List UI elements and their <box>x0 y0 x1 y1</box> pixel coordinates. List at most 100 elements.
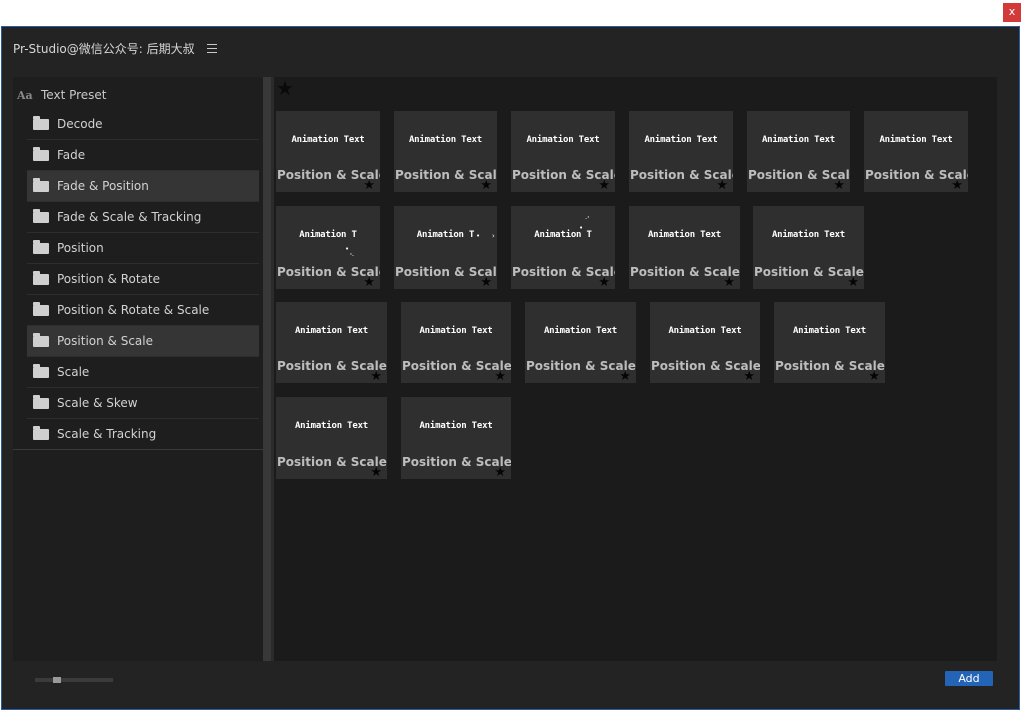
folder-label: Position & Rotate <box>57 272 160 286</box>
preset-preview-text: Animation Text <box>408 135 483 145</box>
preset-preview-text: Animation Text <box>792 326 867 336</box>
preset-tile[interactable]: Animation TextPosition & Scale 3★ <box>511 111 615 192</box>
hamburger-menu-icon[interactable] <box>206 43 217 53</box>
preset-preview-text: Animation Text <box>419 421 493 431</box>
favorite-star-icon[interactable]: ★ <box>370 370 382 383</box>
favorite-star-icon[interactable]: ★ <box>951 179 963 192</box>
preset-tile[interactable]: Animation TextPosition & Scale 15★ <box>650 302 760 383</box>
preset-preview-text: Animation Text <box>419 326 493 336</box>
add-button[interactable]: Add <box>945 671 993 686</box>
preset-tile[interactable]: Animation TextPosition & Scale 18★ <box>401 397 511 479</box>
preset-tile[interactable]: Animation TextPosition & Scale 5★ <box>747 111 850 192</box>
preset-tile[interactable]: Animation TextPosition & Scale 14★ <box>525 302 636 383</box>
animation-particle: • <box>476 232 481 240</box>
animation-particle: '· <box>350 252 355 260</box>
preset-tile[interactable]: Animation TextPosition & Scale 16★ <box>774 302 885 383</box>
preset-tile[interactable]: Animation TextPosition & Scale 4★ <box>629 111 733 192</box>
favorite-star-icon[interactable]: ★ <box>480 276 492 289</box>
folder-icon <box>33 394 49 409</box>
tree-root-label: Text Preset <box>41 88 107 102</box>
preset-tile[interactable]: Animation TextPosition & Scale 6★ <box>864 111 968 192</box>
preset-preview-text: Animation Text <box>294 326 369 336</box>
folder-label: Decode <box>57 117 103 131</box>
preset-preview-text: Animation Text <box>294 421 369 431</box>
favorite-star-icon[interactable]: ★ <box>868 370 880 383</box>
title-bar: Pr-Studio@微信公众号: 后期大叔 <box>13 38 217 58</box>
preset-tile[interactable]: Animation T•›Position & Scale 8★ <box>394 206 497 289</box>
favorite-star-icon[interactable]: ★ <box>723 276 735 289</box>
favorite-star-icon[interactable]: ★ <box>494 370 506 383</box>
preset-preview-text: Animation Text <box>761 135 836 145</box>
favorite-star-icon[interactable]: ★ <box>833 179 845 192</box>
folder-item[interactable]: Fade <box>27 140 259 171</box>
folder-label: Fade & Position <box>57 179 149 193</box>
folder-icon <box>33 146 49 161</box>
tree-root[interactable]: Aa Text Preset <box>17 85 107 105</box>
folder-label: Scale & Skew <box>57 396 138 410</box>
preset-tile[interactable]: Animation TextPosition & Scale 2★ <box>394 111 497 192</box>
folder-label: Scale <box>57 365 90 379</box>
folder-label: Fade & Scale & Tracking <box>57 210 202 224</box>
left-scrollbar[interactable] <box>263 77 271 661</box>
preset-preview-text: Animation Text <box>771 230 846 240</box>
animation-particle: • <box>579 224 584 232</box>
folder-item[interactable]: Fade & Position <box>27 171 259 202</box>
folder-label: Scale & Tracking <box>57 427 157 441</box>
favorite-star-icon[interactable]: ★ <box>619 370 631 383</box>
window-title: Pr-Studio@微信公众号: 后期大叔 <box>13 41 195 56</box>
folder-label: Fade <box>57 148 86 162</box>
favorite-star-icon[interactable]: ★ <box>494 466 506 479</box>
folder-item[interactable]: Scale <box>27 357 259 388</box>
favorite-star-icon[interactable]: ★ <box>598 179 610 192</box>
preset-preview-text: Animation Text <box>291 135 365 145</box>
folder-item[interactable]: Decode <box>27 109 259 140</box>
preset-tile[interactable]: Animation TextPosition & Scale 12★ <box>276 302 387 383</box>
folder-icon <box>33 270 49 285</box>
folder-icon <box>33 301 49 316</box>
preset-tile[interactable]: Animation T•'·Position & Scale 7★ <box>276 206 380 289</box>
folder-icon <box>33 239 49 254</box>
divider <box>13 449 263 450</box>
animation-particle: › <box>492 232 495 240</box>
favorites-star-icon[interactable]: ★ <box>276 77 294 99</box>
folder-icon <box>33 425 49 440</box>
folder-label: Position & Scale <box>57 334 153 348</box>
folder-item[interactable]: Fade & Scale & Tracking <box>27 202 259 233</box>
preset-grid-panel: ★ Animation TextPosition & Scale 1★Anima… <box>274 77 997 661</box>
folder-icon <box>33 115 49 130</box>
preset-tile[interactable]: Animation TextPosition & Scale 1★ <box>276 111 380 192</box>
folder-item[interactable]: Position & Scale <box>27 326 259 357</box>
preset-preview-text: Animation T <box>299 230 357 240</box>
preset-tile[interactable]: Animation TextPosition & Scale 13★ <box>401 302 511 383</box>
favorite-star-icon[interactable]: ★ <box>480 179 492 192</box>
zoom-slider-thumb[interactable] <box>53 677 61 683</box>
favorite-star-icon[interactable]: ★ <box>363 179 375 192</box>
folder-icon <box>33 177 49 192</box>
folder-item[interactable]: Position & Rotate <box>27 264 259 295</box>
preset-tile[interactable]: Animation TextPosition & Scale 17★ <box>276 397 387 479</box>
preset-tree-panel: Aa Text Preset Decode Fade Fade & Position… <box>13 77 263 661</box>
folder-item[interactable]: Position & Rotate & Scale <box>27 295 259 326</box>
favorite-star-icon[interactable]: ★ <box>847 276 859 289</box>
favorite-star-icon[interactable]: ★ <box>363 276 375 289</box>
folder-icon <box>33 363 49 378</box>
preset-preview-text: Animation Text <box>543 326 618 336</box>
folder-label: Position <box>57 241 104 255</box>
preset-preview-text: Animation Text <box>526 135 600 145</box>
preset-preview-text: Animation T <box>416 230 475 240</box>
close-button[interactable]: x <box>1003 3 1021 22</box>
zoom-slider[interactable] <box>35 677 113 683</box>
preset-tile[interactable]: Animation TextPosition & Scale 10★ <box>629 206 740 289</box>
folder-label: Position & Rotate & Scale <box>57 303 210 317</box>
folder-item[interactable]: Position <box>27 233 259 264</box>
favorite-star-icon[interactable]: ★ <box>743 370 755 383</box>
favorite-star-icon[interactable]: ★ <box>370 466 382 479</box>
folder-item[interactable]: Scale & Skew <box>27 388 259 419</box>
preset-preview-text: Animation T <box>534 230 592 240</box>
favorite-star-icon[interactable]: ★ <box>716 179 728 192</box>
favorite-star-icon[interactable]: ★ <box>598 276 610 289</box>
folder-item[interactable]: Scale & Tracking <box>27 419 259 450</box>
folder-icon <box>33 332 49 347</box>
preset-tile[interactable]: Animation TextPosition & Scale 11★ <box>753 206 864 289</box>
preset-tile[interactable]: Animation T•·'Position & Scale 9★ <box>511 206 615 289</box>
